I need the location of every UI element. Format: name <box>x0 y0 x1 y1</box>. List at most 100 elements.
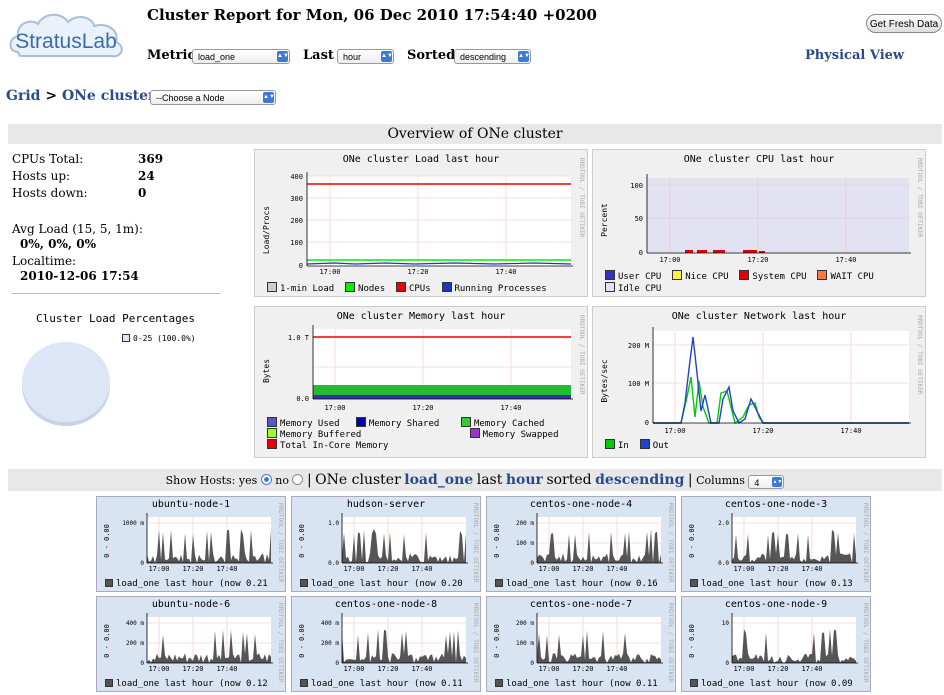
choose-node-select[interactable]: --Choose a Node ▲▼ <box>150 90 276 105</box>
chevron-updown-icon: ▲▼ <box>518 51 530 62</box>
metric-select-value: load_one <box>198 52 236 62</box>
node-graph-ubuntu-node-6[interactable]: ubuntu-node-6 0 - 0.00 17:00 17:20 17:40 400 … <box>96 596 286 692</box>
legend-label: 1-min Load <box>280 284 335 294</box>
node-ytick: 0 <box>725 660 729 667</box>
memory-graph[interactable]: ONe cluster Memory last hour RRDTOOL / T… <box>254 306 588 458</box>
legend-label: Nodes <box>358 284 386 294</box>
cluster-load-legend: 0-25 (100.0%) <box>122 334 196 343</box>
node-xtick: 17:40 <box>606 565 627 573</box>
legend-swatch <box>395 282 406 292</box>
rrdtool-tag: RRDTOOL / TOBI OETIKER <box>667 503 674 583</box>
node-xtick: 17:00 <box>343 565 364 573</box>
node-legend: load_one last hour (now 0.21 <box>105 579 268 589</box>
memory-ytick: 0.0 <box>296 395 309 403</box>
localtime-label: Localtime: <box>12 254 77 268</box>
chevron-updown-icon: ▲▼ <box>277 51 289 62</box>
node-graph-centos-one-node-9[interactable]: centos-one-node-9 0 - 0.00 17:00 17:20 17:40… <box>681 596 871 692</box>
sorted-select-value: descending <box>460 52 507 62</box>
node-graph-centos-one-node-7[interactable]: centos-one-node-7 0 - 0.00 17:00 17:20 17:40… <box>486 596 676 692</box>
breadcrumb-cluster-link[interactable]: ONe cluster <box>62 88 155 104</box>
node-legend: load_one last hour (now 0.11 <box>300 679 463 689</box>
show-hosts-bar: Show Hosts: yes no | ONe cluster load_on… <box>8 469 942 491</box>
network-xtick: 17:20 <box>752 427 773 435</box>
legend-swatch <box>461 417 472 427</box>
node-graph-centos-one-node-3[interactable]: centos-one-node-3 0 - 0.00 17:00 17:20 17:40… <box>681 496 871 592</box>
memory-xtick: 17:20 <box>412 404 433 412</box>
last-select[interactable]: hour ▲▼ <box>337 49 394 64</box>
legend-swatch <box>690 679 698 687</box>
legend-swatch <box>267 439 277 449</box>
network-xtick: 17:40 <box>840 427 861 435</box>
memory-used-area <box>313 395 571 399</box>
node-xtick: 17:00 <box>148 665 169 673</box>
node-now-label: load_one last hour (now 0.11 <box>506 679 658 689</box>
legend-swatch <box>105 579 113 587</box>
legend-label: User CPU <box>618 272 662 282</box>
node-legend: load_one last hour (now 0.20 <box>300 579 463 589</box>
legend-swatch <box>267 417 277 427</box>
sorted-select[interactable]: descending ▲▼ <box>454 49 531 64</box>
load-graph[interactable]: ONe cluster Load last hour RRDTOOL / TOB… <box>254 149 588 297</box>
memory-legend-row3: Total In-Core Memory <box>267 439 388 451</box>
legend-swatch <box>605 270 615 280</box>
load-ytick: 100 <box>290 239 303 247</box>
load-ytick: 300 <box>290 195 303 203</box>
avg-load-label: Avg Load (15, 5, 1m): <box>12 222 143 236</box>
rrdtool-tag: RRDTOOL / TOBI OETIKER <box>667 603 674 683</box>
legend-label: In <box>618 441 629 451</box>
node-xtick: 17:20 <box>767 565 788 573</box>
node-ylabel: 0 - 0.00 <box>103 624 111 658</box>
show-hosts-label: Show Hosts: yes <box>165 474 258 487</box>
columns-select[interactable]: 4 ▲▼ <box>748 475 785 489</box>
hosts-bar-cluster: ONe cluster <box>315 472 401 488</box>
metric-select[interactable]: load_one ▲▼ <box>192 49 290 64</box>
node-now-label: load_one last hour (now 0.21 <box>116 579 268 589</box>
node-xtick: 17:20 <box>182 665 203 673</box>
physical-view-link[interactable]: Physical View <box>805 48 904 63</box>
node-graph-ubuntu-node-1[interactable]: ubuntu-node-1 0 - 0.00 17:00 17:20 17:40 1000… <box>96 496 286 592</box>
cpus-total-value: 369 <box>138 152 164 166</box>
load-xtick: 17:20 <box>407 268 428 276</box>
avg-load-value: 0%, 0%, 0% <box>20 237 96 251</box>
breadcrumb: Grid > ONe cluster > <box>6 88 172 104</box>
hosts-down-value: 0 <box>138 186 147 200</box>
node-xtick: 17:00 <box>148 565 169 573</box>
node-xtick: 17:00 <box>733 565 754 573</box>
node-xtick: 17:40 <box>216 665 237 673</box>
columns-select-value: 4 <box>754 478 760 488</box>
cpu-xtick: 17:20 <box>747 256 768 264</box>
hosts-bar-separator: | <box>306 472 312 488</box>
legend-swatch <box>267 428 277 438</box>
node-xtick: 17:40 <box>606 665 627 673</box>
node-legend: load_one last hour (now 0.11 <box>495 679 658 689</box>
node-graph-centos-one-node-4[interactable]: centos-one-node-4 0 - 0.00 17:00 17:20 17:40… <box>486 496 676 592</box>
legend-swatch <box>672 270 683 280</box>
network-graph[interactable]: ONe cluster Network last hour RRDTOOL / … <box>592 306 926 458</box>
node-now-label: load_one last hour (now 0.11 <box>311 679 463 689</box>
node-xtick: 17:20 <box>377 565 398 573</box>
node-ylabel: 0 - 0.00 <box>103 524 111 558</box>
cpu-graph[interactable]: ONe cluster CPU last hour RRDTOOL / TOBI… <box>592 149 926 297</box>
get-fresh-data-button[interactable]: Get Fresh Data <box>866 14 942 33</box>
node-xtick: 17:40 <box>801 565 822 573</box>
legend-swatch <box>739 270 750 280</box>
legend-swatch <box>267 282 277 292</box>
node-graph-hudson-server[interactable]: hudson-server 0 - 0.00 17:00 17:20 17:40 1.0 0… <box>291 496 481 592</box>
node-legend: load_one last hour (now 0.16 <box>495 579 658 589</box>
breadcrumb-grid-link[interactable]: Grid <box>6 88 40 104</box>
show-hosts-no-radio[interactable] <box>292 474 304 485</box>
node-ytick: 200 m <box>516 520 534 527</box>
legend-label: System CPU <box>752 272 807 282</box>
node-graph-centos-one-node-8[interactable]: centos-one-node-8 0 - 0.00 17:00 17:20 17:40… <box>291 596 481 692</box>
node-ylabel: 0 - 0.00 <box>688 524 696 558</box>
localtime-value: 2010-12-06 17:54 <box>20 269 139 283</box>
legend-label: Running Processes <box>454 284 547 294</box>
network-legend: In Out <box>605 439 669 451</box>
last-label: Last <box>303 48 334 63</box>
show-hosts-yes-radio[interactable] <box>260 474 272 485</box>
node-ytick: 2.0 <box>718 520 729 527</box>
node-ylabel: 0 - 0.00 <box>493 524 501 558</box>
node-ytick: 10 <box>722 620 730 627</box>
legend-label: Idle CPU <box>618 284 662 294</box>
memory-ylabel: Bytes <box>262 359 271 383</box>
